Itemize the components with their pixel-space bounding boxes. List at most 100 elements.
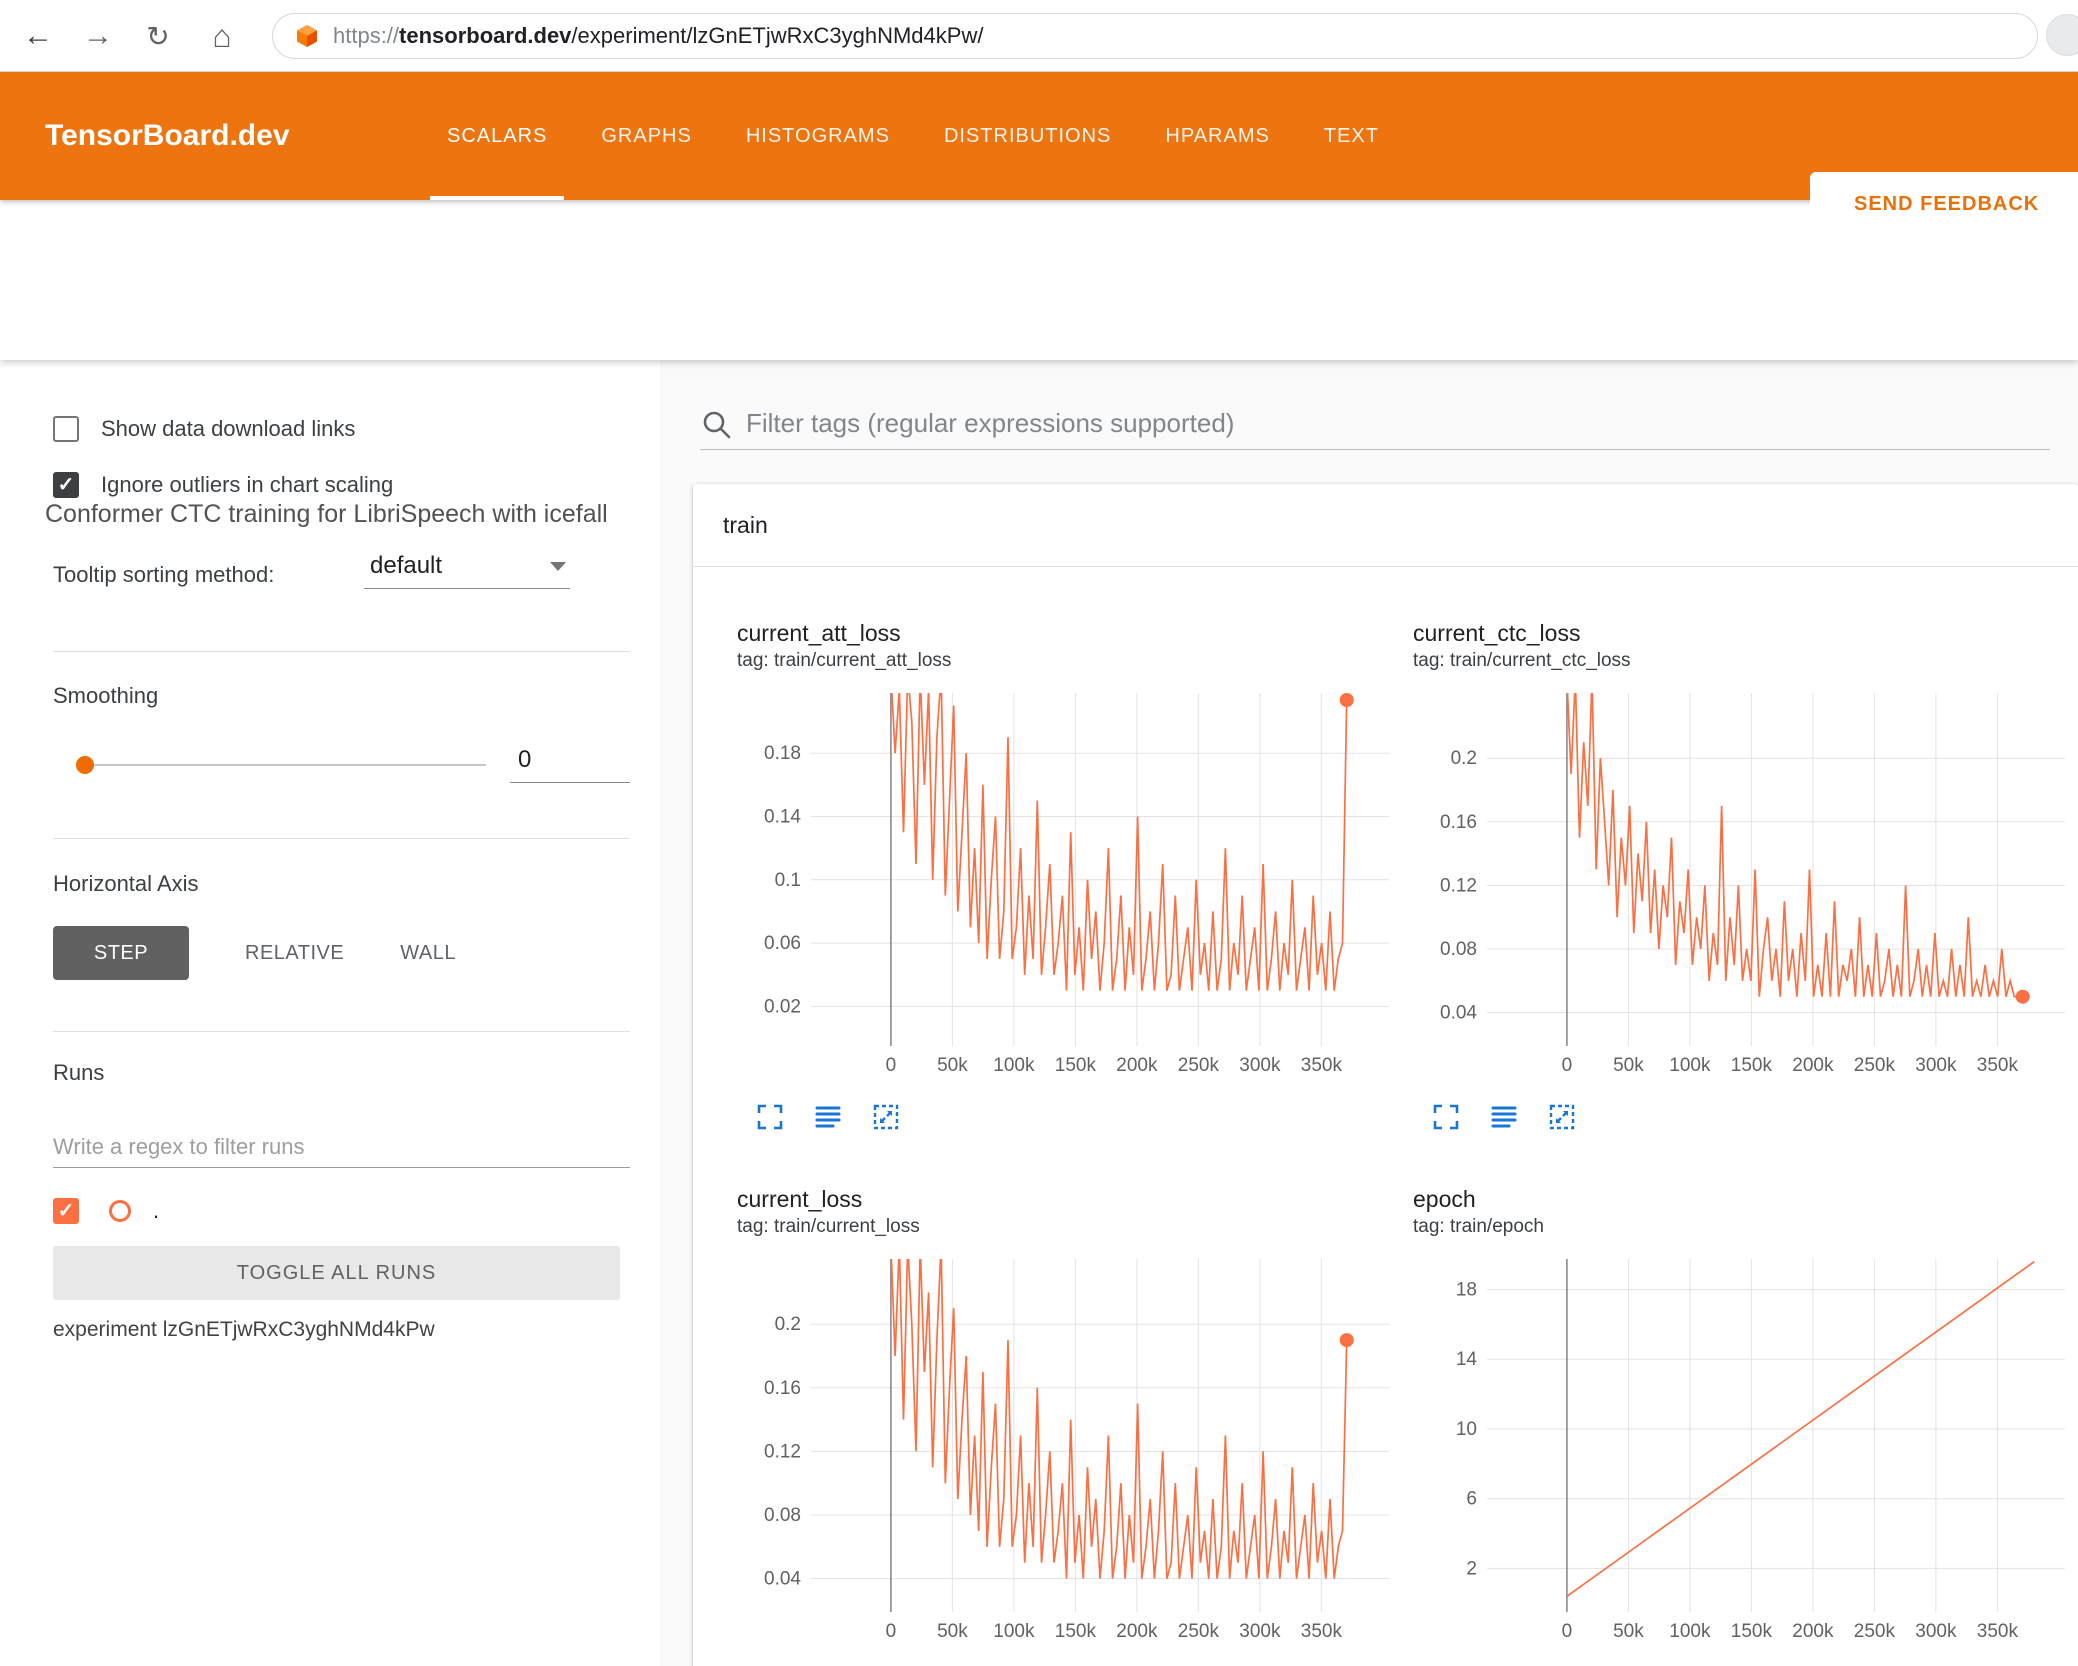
chart-tag: tag: train/current_att_loss [737, 650, 952, 671]
url-text: https://tensorboard.dev/experiment/lzGnE… [333, 23, 983, 49]
smoothing-label: Smoothing [53, 683, 159, 708]
svg-text:0.14: 0.14 [764, 807, 801, 828]
tab-histograms[interactable]: HISTOGRAMS [719, 72, 917, 200]
svg-text:250k: 250k [1854, 1055, 1896, 1076]
run-visibility-checkbox[interactable]: ✓ [53, 1198, 79, 1224]
svg-text:0.16: 0.16 [764, 1378, 801, 1399]
svg-text:100k: 100k [1669, 1621, 1711, 1642]
svg-text:0.04: 0.04 [1440, 1003, 1477, 1024]
svg-text:0.16: 0.16 [1440, 812, 1477, 833]
chart-plot-area[interactable]: 2 6 10 14 18 0 50k 100k 150k 200k 250k 300k 350k [1413, 1249, 2073, 1654]
runs-filter-input[interactable] [53, 1126, 630, 1168]
browser-profile-avatar[interactable] [2046, 14, 2078, 56]
svg-text:250k: 250k [1178, 1055, 1220, 1076]
svg-text:350k: 350k [1301, 1621, 1343, 1642]
show-download-links-row: ✓ Show data download links [53, 416, 355, 442]
sidebar-divider [53, 1031, 630, 1032]
svg-text:100k: 100k [993, 1055, 1035, 1076]
slider-track[interactable] [85, 764, 486, 766]
chevron-down-icon [550, 561, 566, 571]
card-title[interactable]: train [723, 512, 768, 539]
url-host: tensorboard.dev [399, 23, 572, 48]
svg-text:0.2: 0.2 [1451, 748, 1477, 769]
tooltip-sorting-dropdown[interactable]: default [364, 552, 570, 589]
tab-graphs[interactable]: GRAPHS [574, 72, 718, 200]
svg-text:10: 10 [1456, 1419, 1477, 1440]
show-download-links-checkbox[interactable]: ✓ [53, 416, 79, 442]
browser-home-icon[interactable]: ⌂ [198, 0, 246, 72]
tab-scalars[interactable]: SCALARS [420, 72, 574, 200]
svg-text:0.08: 0.08 [764, 1505, 801, 1526]
fullscreen-icon[interactable] [755, 1102, 785, 1132]
svg-text:200k: 200k [1116, 1055, 1158, 1076]
ignore-outliers-checkbox[interactable]: ✓ [53, 472, 79, 498]
svg-text:0.1: 0.1 [775, 870, 801, 891]
runs-label: Runs [53, 1060, 105, 1085]
svg-text:300k: 300k [1915, 1621, 1957, 1642]
axis-wall-button[interactable]: WALL [400, 942, 456, 965]
svg-text:6: 6 [1466, 1489, 1477, 1510]
chart-plot-area[interactable]: 0.04 0.08 0.12 0.16 0.2 0 50k 100k 150k 200k 250k 3… [737, 1249, 1397, 1654]
svg-text:0.08: 0.08 [1440, 939, 1477, 960]
data-table-icon[interactable] [1489, 1102, 1519, 1132]
axis-step-button[interactable]: STEP [53, 926, 189, 980]
svg-text:200k: 200k [1792, 1055, 1834, 1076]
svg-text:150k: 150k [1731, 1055, 1773, 1076]
ignore-outliers-row: ✓ Ignore outliers in chart scaling [53, 472, 393, 498]
svg-text:150k: 150k [1055, 1621, 1097, 1642]
tensorboard-logo[interactable]: TensorBoard.dev [45, 72, 290, 200]
filter-tags-input[interactable] [746, 408, 2050, 439]
tooltip-sorting-label: Tooltip sorting method: [53, 562, 275, 587]
app-header: TensorBoard.dev SCALARS GRAPHS HISTOGRAM… [0, 72, 2078, 236]
filter-tags-row [700, 398, 2050, 450]
data-table-icon[interactable] [813, 1102, 843, 1132]
fit-domain-icon[interactable] [1547, 1102, 1577, 1132]
axis-relative-button[interactable]: RELATIVE [245, 942, 344, 965]
smoothing-value-field[interactable]: 0 [510, 746, 630, 783]
chart-toolbar [737, 1102, 1397, 1132]
toggle-all-runs-button[interactable]: TOGGLE ALL RUNS [53, 1246, 620, 1300]
chart-plot-area[interactable]: 0.04 0.08 0.12 0.16 0.2 0 50k 100k 150k 200k 250k 3… [1413, 683, 2073, 1088]
svg-text:0.12: 0.12 [1440, 875, 1477, 896]
card-divider [693, 566, 2078, 567]
chart-current-loss: current_loss tag: train/current_loss 0.0… [737, 1186, 1397, 1654]
svg-text:300k: 300k [1915, 1055, 1957, 1076]
send-feedback-button[interactable]: SEND FEEDBACK [1810, 172, 2078, 236]
svg-text:150k: 150k [1055, 1055, 1097, 1076]
svg-text:150k: 150k [1731, 1621, 1773, 1642]
svg-text:0: 0 [1562, 1621, 1573, 1642]
chart-tag: tag: train/current_loss [737, 1216, 920, 1237]
chart-current-ctc-loss: current_ctc_loss tag: train/current_ctc_… [1413, 620, 2073, 1132]
address-bar[interactable]: https://tensorboard.dev/experiment/lzGnE… [272, 13, 2038, 59]
check-icon: ✓ [57, 1200, 75, 1222]
run-name: . [153, 1198, 160, 1223]
svg-text:300k: 300k [1239, 1055, 1281, 1076]
tab-text[interactable]: TEXT [1297, 72, 1406, 200]
settings-sidebar: ✓ Show data download links ✓ Ignore outl… [0, 360, 660, 1666]
main-content: train current_att_loss tag: train/curren… [660, 360, 2078, 1666]
fullscreen-icon[interactable] [1431, 1102, 1461, 1132]
svg-text:50k: 50k [1613, 1621, 1644, 1642]
svg-text:50k: 50k [1613, 1055, 1644, 1076]
chart-plot-area[interactable]: 0.02 0.06 0.1 0.14 0.18 0 50k 100k 150k 200k 250k 3… [737, 683, 1397, 1088]
chart-toolbar [1413, 1102, 2073, 1132]
browser-toolbar: ← → ↻ ⌂ https://tensorboard.dev/experime… [0, 0, 2078, 72]
smoothing-slider[interactable] [66, 752, 486, 778]
chart-title: current_loss [737, 1186, 863, 1212]
browser-back-icon[interactable]: ← [14, 0, 62, 72]
svg-text:0.18: 0.18 [764, 743, 801, 764]
chart-current-att-loss: current_att_loss tag: train/current_att_… [737, 620, 1397, 1132]
svg-text:300k: 300k [1239, 1621, 1281, 1642]
tensorboard-favicon [297, 25, 317, 47]
browser-forward-icon[interactable]: → [74, 0, 122, 72]
slider-thumb[interactable] [76, 756, 94, 774]
svg-text:0.06: 0.06 [764, 933, 801, 954]
tab-distributions[interactable]: DISTRIBUTIONS [917, 72, 1138, 200]
fit-domain-icon[interactable] [871, 1102, 901, 1132]
tab-hparams[interactable]: HPARAMS [1138, 72, 1296, 200]
chart-epoch: epoch tag: train/epoch 2 6 10 14 18 0 50k 100k 1… [1413, 1186, 2073, 1654]
experiment-title-bar: Conformer CTC training for LibriSpeech w… [0, 200, 2078, 528]
chart-tag: tag: train/epoch [1413, 1216, 1544, 1237]
tooltip-sorting-value: default [370, 552, 443, 579]
browser-reload-icon[interactable]: ↻ [134, 0, 182, 72]
